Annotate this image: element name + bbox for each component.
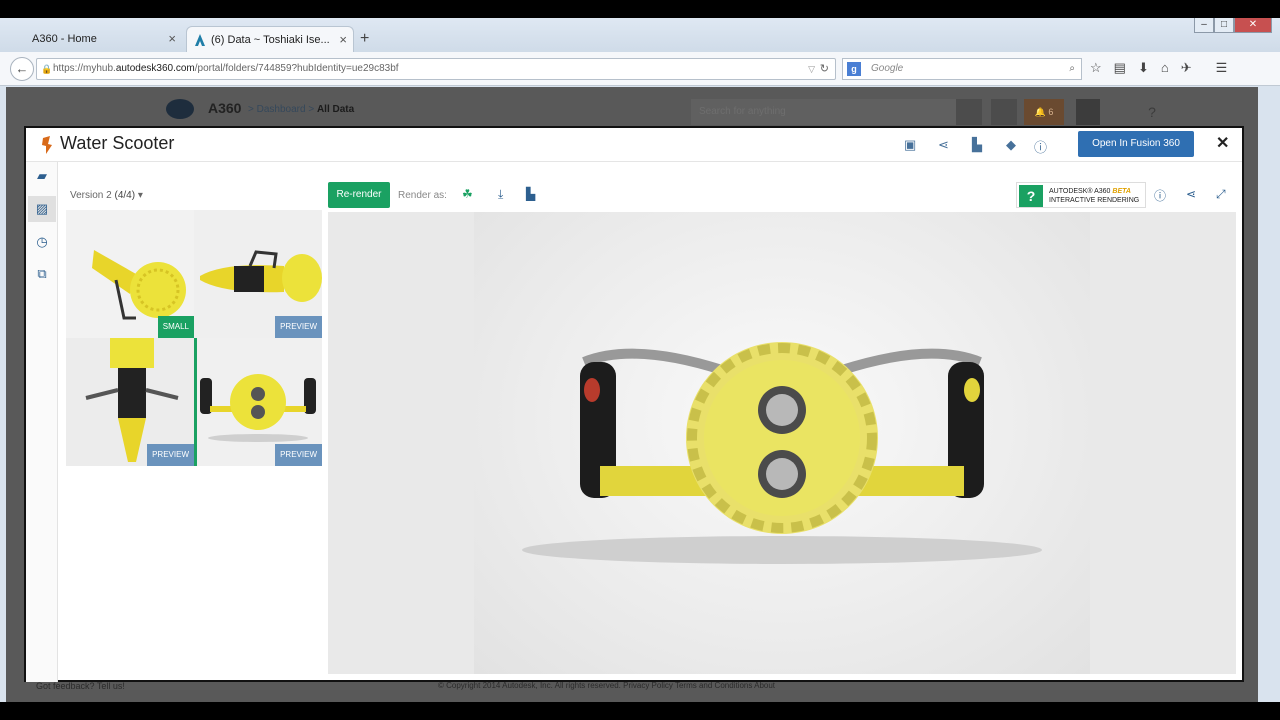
breadcrumb-sep: >: [248, 104, 254, 115]
water-scooter-render-image: [522, 342, 1042, 564]
bookmark-star-icon[interactable]: ☆: [1090, 60, 1102, 76]
a360-header: A360 > Dashboard > All Data Search for a…: [6, 87, 1258, 131]
url-domain: autodesk360.com: [115, 63, 195, 74]
lock-icon: 🔒: [41, 64, 53, 74]
url-suffix: /portal/folders/744859?hubIdentity=ue29c…: [194, 63, 399, 74]
a360-search-input[interactable]: Search for anything: [691, 99, 956, 125]
version-label: Version 2: [70, 190, 112, 201]
tab-label: (6) Data ~ Toshiaki Ise...: [211, 34, 330, 46]
page-footer: © Copyright 2014 Autodesk, Inc. All righ…: [438, 681, 776, 690]
download-render-icon[interactable]: ⤓: [498, 187, 503, 202]
side-rail: ▰ ▨ ◷ ⧉: [26, 162, 58, 682]
render-share-icon[interactable]: ⋖: [1186, 187, 1196, 201]
browser-titlebar: A360 - Home × (6) Data ~ Toshiaki Ise...…: [0, 18, 1280, 52]
render-thumbnail[interactable]: PREVIEW: [194, 338, 322, 466]
re-render-button[interactable]: Re-render: [328, 182, 390, 208]
breadcrumb-dashboard[interactable]: Dashboard: [257, 104, 306, 115]
url-prefix: https://myhub.: [53, 63, 116, 74]
interactive-rendering-logo: ? AUTODESK® A360 BETA INTERACTIVE RENDER…: [1016, 182, 1146, 208]
address-bar[interactable]: 🔒 https://myhub.autodesk360.com/portal/f…: [36, 58, 836, 80]
home-icon[interactable]: ⌂: [1161, 60, 1169, 76]
preview-badge: PREVIEW: [147, 444, 194, 466]
google-icon: g: [847, 62, 861, 76]
browser-toolbar-icons: ☆ ▤ ⬇ ⌂ ✈ ☰: [1090, 60, 1227, 76]
export-document-icon[interactable]: ▙: [526, 187, 535, 201]
toolbox-icon[interactable]: ▣: [904, 137, 916, 153]
document-icon[interactable]: ▙: [972, 137, 982, 153]
a360-title: A360: [208, 100, 242, 116]
breadcrumb: > Dashboard > All Data: [248, 104, 354, 115]
close-dialog-icon[interactable]: ✕: [1216, 133, 1229, 153]
selection-indicator: [194, 338, 197, 466]
render-viewer: [328, 212, 1236, 674]
dialog-title: Water Scooter: [60, 133, 175, 153]
version-selector[interactable]: Version 2 (4/4) ▾: [70, 190, 143, 201]
browser-navbar: ← 🔒 https://myhub.autodesk360.com/portal…: [0, 52, 1280, 86]
new-tab-button[interactable]: +: [360, 30, 369, 48]
feedback-link[interactable]: Got feedback? Tell us!: [36, 681, 125, 691]
main-render[interactable]: [474, 212, 1090, 674]
maximize-icon[interactable]: □: [1214, 18, 1234, 33]
render-toolbar: Re-render Render as: ☘ ⤓ ▙ ? AUTODESK® A…: [328, 182, 1232, 210]
version-count: (4/4): [114, 190, 136, 201]
close-tab-icon[interactable]: ×: [339, 27, 347, 53]
tag-icon[interactable]: ◆: [1006, 137, 1016, 153]
comments-icon[interactable]: ▰: [34, 168, 50, 184]
a360-search-button[interactable]: [956, 99, 982, 125]
dialog-header: Water Scooter ▣ ⋖ ▙ ◆ ⓘ Open In Fusion 3…: [26, 128, 1242, 162]
open-in-fusion-button[interactable]: Open In Fusion 360: [1078, 131, 1194, 157]
window-controls: – □ ✕: [1194, 18, 1272, 34]
browser-search-input[interactable]: g Google ⌕: [842, 58, 1082, 80]
menu-icon[interactable]: ☰: [1216, 60, 1228, 76]
a360-ir-icon: ?: [1019, 185, 1043, 207]
tab-data[interactable]: (6) Data ~ Toshiaki Ise... ×: [186, 26, 354, 52]
reading-list-icon[interactable]: ▤: [1114, 60, 1126, 76]
info-icon[interactable]: ⓘ: [1034, 137, 1047, 156]
autodesk-favicon-icon: [195, 34, 205, 46]
minimize-icon[interactable]: –: [1194, 18, 1214, 33]
render-info-icon[interactable]: ⓘ: [1154, 187, 1166, 204]
search-icon[interactable]: ⌕: [1069, 59, 1075, 79]
breadcrumb-sep: >: [308, 104, 315, 115]
a360-apps-button[interactable]: [991, 99, 1017, 125]
help-icon[interactable]: ?: [1140, 99, 1164, 125]
reload-icon[interactable]: ↻: [820, 59, 829, 79]
search-placeholder: Google: [871, 63, 904, 74]
breadcrumb-all-data: All Data: [316, 104, 355, 115]
render-thumbnail[interactable]: PREVIEW: [66, 338, 194, 466]
clock-icon[interactable]: ◷: [34, 234, 50, 250]
window-close-icon[interactable]: ✕: [1234, 18, 1272, 33]
notifications-count: 6: [1048, 107, 1054, 117]
ir-brand: AUTODESK® A360: [1049, 188, 1111, 195]
share-icon[interactable]: ⋖: [938, 137, 949, 153]
close-tab-icon[interactable]: ×: [168, 26, 176, 52]
render-gallery: SMALL PREVIEW PREVIEW PREVIEW: [66, 210, 322, 466]
tab-label: A360 - Home: [32, 33, 97, 45]
render-cloud-icon[interactable]: ☘: [462, 187, 473, 201]
tab-a360-home[interactable]: A360 - Home ×: [10, 26, 182, 52]
chevron-down-icon: ▾: [137, 190, 143, 201]
small-badge: SMALL: [157, 316, 194, 338]
preview-badge: PREVIEW: [275, 316, 322, 338]
render-thumbnail[interactable]: SMALL: [66, 210, 194, 338]
ir-product: INTERACTIVE RENDERING: [1049, 197, 1140, 204]
fullscreen-icon[interactable]: ⤢: [1216, 187, 1226, 202]
gallery-icon[interactable]: ▨: [28, 196, 56, 222]
url-dropdown-icon[interactable]: ▽: [808, 59, 815, 79]
render-as-label: Render as:: [398, 190, 447, 201]
hierarchy-icon[interactable]: ⧉: [34, 266, 50, 282]
preview-badge: PREVIEW: [275, 444, 322, 466]
extension-icon[interactable]: ✈: [1181, 60, 1192, 76]
fusion-360-icon: [42, 136, 52, 154]
a360-logo-icon: [166, 99, 194, 119]
back-button[interactable]: ←: [10, 57, 34, 81]
download-icon[interactable]: ⬇: [1138, 60, 1149, 76]
bell-icon: 🔔: [1034, 107, 1049, 117]
render-thumbnail[interactable]: PREVIEW: [194, 210, 322, 338]
ir-beta: BETA: [1112, 188, 1131, 195]
avatar[interactable]: [1076, 99, 1100, 125]
notifications-button[interactable]: 🔔 6: [1024, 99, 1064, 125]
water-scooter-dialog: Water Scooter ▣ ⋖ ▙ ◆ ⓘ Open In Fusion 3…: [24, 126, 1244, 682]
